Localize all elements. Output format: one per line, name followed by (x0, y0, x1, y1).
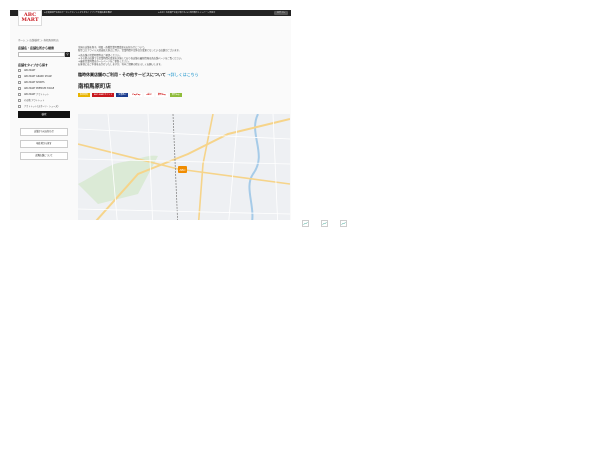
sidebar-links: 店舗からのお知らせ 現在地から探す 近隣店舗について (18, 128, 70, 160)
service-badge: 楽天Pay (155, 93, 168, 97)
category-checkbox[interactable] (18, 105, 21, 108)
store-marker[interactable]: ABC (178, 166, 187, 173)
category-checkbox[interactable] (18, 99, 21, 102)
category-label: ABC-MART PREMIUM STAGE (24, 87, 55, 90)
category-item[interactable]: ABC-MART PREMIUM STAGE (18, 87, 70, 90)
holiday-more-link[interactable]: →詳しくはこちら (167, 72, 198, 77)
search-button[interactable]: ⚲ (65, 52, 70, 57)
category-checkbox[interactable] (18, 93, 21, 96)
broken-image-icon (340, 212, 347, 227)
category-label: ABC-MART SPORTS (24, 81, 45, 84)
broken-image-icon (302, 212, 309, 227)
holiday-notice: 臨時休業店舗のご利用・その他サービスについて →詳しくはこちら (78, 72, 290, 78)
header-banner-left[interactable]: ★会員登録でお得なクーポンやポイントがたまる！アプリで店舗在庫を確認 (44, 11, 154, 15)
category-item[interactable]: アウトレット(スポーツ・シューズ) (18, 105, 70, 108)
store-map[interactable]: ABC (78, 114, 290, 220)
category-checkbox[interactable] (18, 81, 21, 84)
holiday-text: 臨時休業店舗のご利用・その他サービスについて (78, 72, 166, 77)
logo-text-bottom: MART (21, 17, 39, 23)
search-submit-button[interactable]: 検索 (18, 111, 70, 118)
store-name: 南相馬原町店 (78, 84, 112, 90)
category-item[interactable]: その他 アウトレット (18, 99, 70, 102)
service-badges: 駐車場有 ABC-MARTポイント 交通系IC PayPay d払い 楽天Pay 楽天Edy (78, 93, 188, 98)
category-label: アウトレット(スポーツ・シューズ) (24, 105, 59, 108)
category-item[interactable]: ABC-MART (18, 69, 70, 72)
service-badge: 楽天Edy (169, 93, 182, 97)
category-checkbox[interactable] (18, 75, 21, 78)
header-banner-right[interactable]: ★お近くの店舗でお受け取りもOK 送料無料キャンペーン実施中 (158, 11, 254, 15)
category-label: ABC-MART GRAND STAGE (24, 75, 52, 78)
main-content: 全国の店舗を探す。地図・各種営業時間変更のお知らせについて。 新型コロナウイルス感… (78, 46, 290, 98)
category-checkbox[interactable] (18, 87, 21, 90)
notice-line: お客様にはご不便をおかけいたしますが、何卒ご理解の程よろしくお願いします。 (78, 63, 163, 66)
category-label: その他 アウトレット (24, 99, 45, 102)
marker-label: ABC (179, 168, 186, 172)
service-badge: ABC-MARTポイント (92, 93, 115, 97)
category-item[interactable]: ABC-MART アウトレット (18, 93, 70, 96)
service-badge: 駐車場有 (78, 93, 91, 97)
magnifier-icon: ⚲ (66, 52, 69, 56)
category-item[interactable]: ABC-MART GRAND STAGE (18, 75, 70, 78)
category-checkbox[interactable] (18, 69, 21, 72)
map-canvas[interactable]: ABC (78, 114, 290, 220)
category-label: ABC-MART (24, 69, 36, 72)
category-item[interactable]: ABC-MART SPORTS (18, 81, 70, 84)
service-badge: PayPay (130, 93, 143, 97)
breadcrumb[interactable]: ホーム ＞ 店舗検索 ＞ 南相馬原町店 (18, 38, 59, 42)
category-list: ABC-MART ABC-MART GRAND STAGE ABC-MART SPO… (18, 69, 70, 108)
site-header: ★会員登録でお得なクーポンやポイントがたまる！アプリで店舗在庫を確認 ★お近くの… (10, 10, 291, 16)
broken-image-icon (321, 212, 328, 227)
sidebar: 店舗名・店舗住所から検索 ⚲ 店舗をタイプから探す ABC-MART ABC-MA… (18, 46, 70, 164)
service-badge: d払い (144, 93, 154, 97)
store-page: ★会員登録でお得なクーポンやポイントがたまる！アプリで店舗在庫を確認 ★お近くの… (10, 10, 291, 220)
search-title: 店舗名・店舗住所から検索 (18, 46, 55, 50)
login-button[interactable]: ログイン (273, 11, 288, 15)
sidebar-link[interactable]: 現在地から探す (20, 140, 68, 148)
search-row: ⚲ (18, 52, 70, 57)
notice-text: 全国の店舗を探す。地図・各種営業時間変更のお知らせについて。 新型コロナウイルス感… (78, 46, 290, 66)
category-label: ABC-MART アウトレット (24, 93, 50, 96)
store-search-input[interactable] (18, 52, 65, 57)
service-badge: 交通系IC (116, 93, 129, 97)
abc-mart-logo[interactable]: ABC MART (18, 10, 42, 26)
category-title: 店舗をタイプから探す (18, 63, 49, 67)
sidebar-link[interactable]: 店舗からのお知らせ (20, 128, 68, 136)
sidebar-link[interactable]: 近隣店舗について (20, 152, 68, 160)
